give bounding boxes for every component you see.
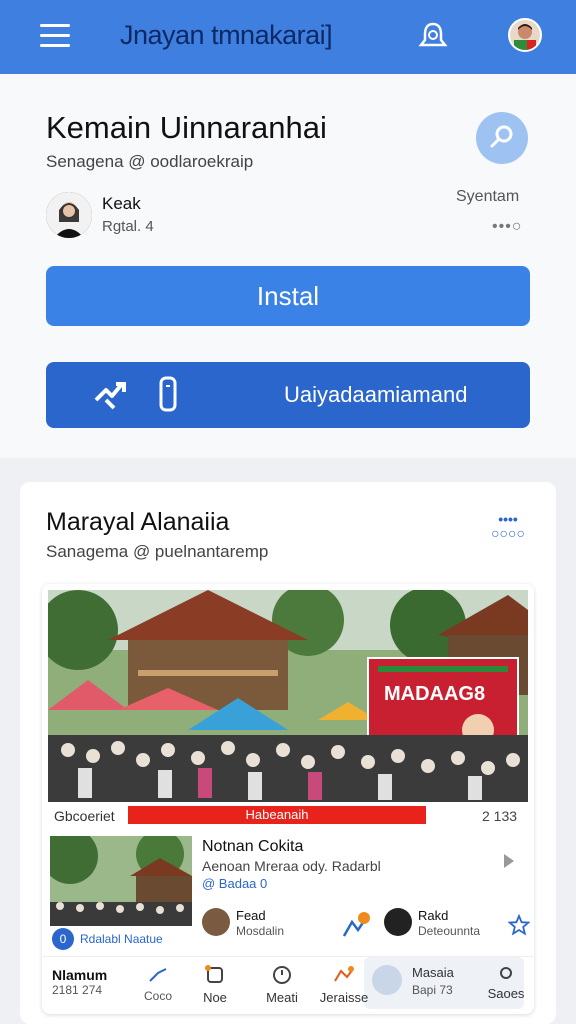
- person-name: Fead: [236, 908, 266, 923]
- post-photo[interactable]: MADAAG8: [48, 590, 528, 802]
- photo-caption-banner: Habeanaih: [128, 806, 426, 824]
- secondary-action-button[interactable]: Uaiyadaamiamand: [46, 362, 530, 428]
- tab-jeraisse[interactable]: Jeraisse: [314, 965, 374, 1014]
- related-post-thumbnail[interactable]: [50, 836, 192, 926]
- shuffle-icon: [94, 382, 126, 410]
- post-card[interactable]: MADAAG8 Gbcoeriet Habeanaih 2 133 Notnan…: [42, 584, 534, 1014]
- photo-caption-left: Gbcoeriet: [54, 808, 115, 824]
- banner-text: MADAAG8: [384, 683, 485, 705]
- box-icon: [205, 965, 223, 983]
- app-subtitle: Senagena @ oodlaroekraip: [46, 152, 254, 171]
- person-avatar: [384, 908, 412, 936]
- circle-icon: [500, 967, 512, 979]
- feed-title: Marayal Alanaiia: [46, 508, 230, 536]
- chevron-right-icon[interactable]: [504, 854, 514, 868]
- tab-label: Masaia: [412, 965, 454, 980]
- developer-avatar[interactable]: [46, 192, 92, 238]
- rating-dots: •••○: [492, 218, 523, 235]
- tab-label: Nlamum: [52, 967, 108, 983]
- map-icon: [334, 966, 354, 982]
- tab-sub2: Coco: [144, 989, 173, 1003]
- notification-bell-icon[interactable]: [416, 20, 450, 52]
- share-icon[interactable]: [476, 112, 528, 164]
- person-name: Rakd: [418, 908, 449, 923]
- people-row: Fead Mosdalin Rakd Deteounnta: [202, 908, 532, 948]
- share-arrow-icon[interactable]: [340, 912, 370, 942]
- tab-label: Noe: [203, 990, 227, 1005]
- top-app-bar: Jnayan tmnakarai]: [0, 0, 576, 74]
- tab-numam[interactable]: Nlamum 2181 274: [52, 967, 132, 1014]
- tab-label: Jeraisse: [319, 990, 369, 1005]
- secondary-button-label: Uaiyadaamiamand: [284, 382, 468, 407]
- tab-masaia[interactable]: Masaia Bapi 73: [372, 963, 482, 1014]
- hamburger-menu-icon[interactable]: [40, 24, 70, 48]
- phone-icon: [159, 376, 177, 412]
- app-bar-title: Jnayan tmnakarai]: [120, 20, 333, 50]
- bottom-tab-bar: Nlamum 2181 274 Coco Noe Meati Jeraisse: [42, 956, 534, 1014]
- person-meta: Mosdalin: [236, 924, 285, 938]
- photo-caption-count: 2 133: [482, 808, 518, 824]
- person-item[interactable]: Fead Mosdalin: [202, 908, 332, 948]
- system-label: Syentam: [456, 188, 520, 205]
- badge-text: Rdalabl Naatue: [80, 932, 163, 946]
- tab-meati[interactable]: Meati: [252, 965, 312, 1014]
- app-name: Kemain Uinnaranhai: [46, 110, 327, 145]
- tab-noe[interactable]: Noe: [190, 965, 240, 1014]
- tab-sub: Bapi 73: [412, 983, 453, 997]
- tab-sub: 2181 274: [52, 983, 103, 997]
- app-detail-card: Kemain Uinnaranhai Senagena @ oodlaroekr…: [0, 74, 576, 458]
- developer-meta: Rgtal. 4: [102, 218, 154, 235]
- person-item[interactable]: Rakd Deteounnta: [384, 908, 524, 948]
- person-avatar: [202, 908, 230, 936]
- feed-subtitle: Sanagema @ puelnantaremp: [46, 542, 269, 561]
- install-button[interactable]: Instal: [46, 266, 530, 326]
- person-meta: Deteounnta: [418, 924, 481, 938]
- profile-avatar[interactable]: [508, 18, 542, 52]
- badge-icon: 0: [52, 928, 74, 950]
- tab-label: Saoes: [487, 986, 525, 1001]
- related-post-line: Aenoan Mreraa ody. Radarbl: [202, 858, 381, 874]
- tab-saoes[interactable]: Saoes: [482, 965, 530, 1014]
- more-options-icon[interactable]: •••• ○○○○: [486, 512, 530, 540]
- developer-name: Keak: [102, 194, 141, 213]
- clock-icon: [273, 966, 291, 984]
- chat-icon: [372, 965, 402, 995]
- related-post-badge[interactable]: 0 Rdalabl Naatue: [52, 928, 163, 950]
- tab-label: Meati: [266, 990, 298, 1005]
- related-post-link[interactable]: @ Badaa 0: [202, 876, 267, 891]
- related-post-title: Notnan Cokita: [202, 838, 304, 855]
- related-post[interactable]: Notnan Cokita Aenoan Mreraa ody. Radarbl…: [50, 836, 530, 950]
- trend-icon[interactable]: [148, 965, 168, 985]
- feed-card: Marayal Alanaiia Sanagema @ puelnantarem…: [20, 482, 556, 1024]
- star-icon[interactable]: [508, 914, 530, 936]
